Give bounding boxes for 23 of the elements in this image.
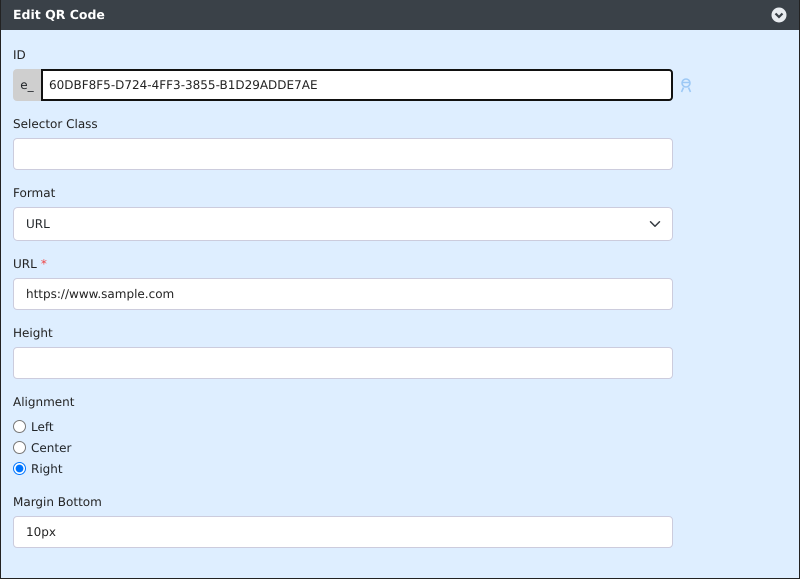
collapse-toggle-icon[interactable] bbox=[771, 7, 787, 24]
required-mark: * bbox=[40, 257, 47, 271]
prefix-label: e_ bbox=[13, 69, 41, 101]
field-label: URL bbox=[13, 256, 37, 273]
radio-button[interactable] bbox=[13, 462, 26, 475]
panel-title: Edit QR Code bbox=[13, 6, 105, 24]
radio-button[interactable] bbox=[13, 441, 26, 454]
text-field[interactable] bbox=[13, 347, 673, 379]
radio-label[interactable]: Right bbox=[31, 460, 63, 478]
field-label: Margin Bottom bbox=[13, 494, 102, 511]
radio-button[interactable] bbox=[13, 420, 26, 433]
radio-label[interactable]: Left bbox=[31, 418, 54, 436]
radio-label[interactable]: Center bbox=[31, 438, 72, 456]
text-field[interactable]: 60DBF8F5-D724-4FF3-3855-B1D29ADDE7AE bbox=[41, 69, 673, 101]
field-label: Height bbox=[13, 325, 53, 342]
field-label: ID bbox=[13, 47, 26, 64]
text-field[interactable]: 10px bbox=[13, 516, 673, 548]
field-label: Alignment bbox=[13, 394, 74, 411]
format-dropdown[interactable]: URL bbox=[13, 207, 673, 241]
text-field[interactable] bbox=[13, 138, 673, 170]
field-label: Selector Class bbox=[13, 116, 98, 133]
text-field[interactable]: https://www.sample.com bbox=[13, 278, 673, 310]
field-label: Format bbox=[13, 185, 56, 202]
